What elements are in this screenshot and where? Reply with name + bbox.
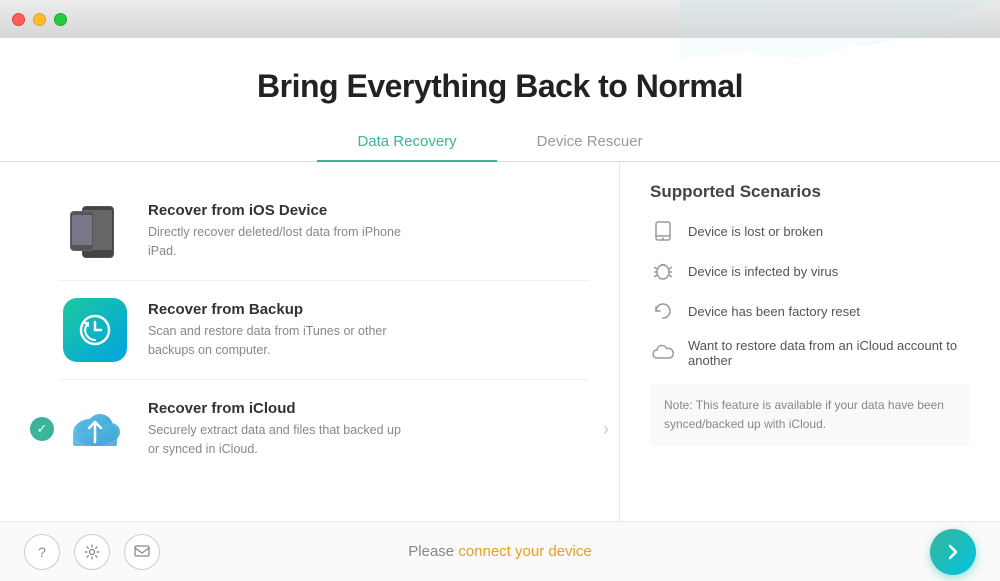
main-title: Bring Everything Back to Normal — [0, 68, 1000, 105]
backup-icon — [60, 295, 130, 365]
icloud-option-text: Recover from iCloud Securely extract dat… — [148, 400, 408, 459]
settings-button[interactable] — [74, 534, 110, 570]
option-ios-device[interactable]: Recover from iOS Device Directly recover… — [60, 182, 589, 281]
help-button[interactable]: ? — [24, 534, 60, 570]
scenario-virus-text: Device is infected by virus — [688, 264, 838, 279]
maximize-button[interactable] — [54, 13, 67, 26]
selected-arrow: › — [603, 419, 609, 440]
footer-left-buttons: ? — [24, 534, 160, 570]
scenario-factory-text: Device has been factory reset — [688, 304, 860, 319]
tab-data-recovery[interactable]: Data Recovery — [317, 123, 496, 162]
header: Bring Everything Back to Normal — [0, 38, 1000, 105]
reset-icon — [650, 298, 676, 324]
feedback-button[interactable] — [124, 534, 160, 570]
option-icloud[interactable]: ✓ — [60, 380, 589, 478]
scenario-icloud-transfer: Want to restore data from an iCloud acco… — [650, 338, 970, 368]
scenarios-title: Supported Scenarios — [650, 182, 970, 202]
selected-badge: ✓ — [30, 417, 54, 441]
scenario-virus: Device is infected by virus — [650, 258, 970, 284]
title-bar — [0, 0, 1000, 38]
left-panel: Recover from iOS Device Directly recover… — [0, 162, 620, 521]
device-icon — [650, 218, 676, 244]
main-content: Bring Everything Back to Normal Data Rec… — [0, 38, 1000, 581]
cloud-icon — [650, 340, 676, 366]
scenario-factory-reset: Device has been factory reset — [650, 298, 970, 324]
minimize-button[interactable] — [33, 13, 46, 26]
ios-device-icon — [60, 196, 130, 266]
option-backup[interactable]: Recover from Backup Scan and restore dat… — [60, 281, 589, 380]
scenario-icloud-text: Want to restore data from an iCloud acco… — [688, 338, 970, 368]
footer: ? Please connect your device — [0, 521, 1000, 581]
ios-option-text: Recover from iOS Device Directly recover… — [148, 202, 408, 261]
backup-option-text: Recover from Backup Scan and restore dat… — [148, 301, 408, 360]
footer-status: Please connect your device — [408, 543, 591, 560]
note-box: Note: This feature is available if your … — [650, 384, 970, 446]
bug-icon — [650, 258, 676, 284]
tab-bar: Data Recovery Device Rescuer — [0, 123, 1000, 162]
next-button[interactable] — [930, 529, 976, 575]
scenario-lost-text: Device is lost or broken — [688, 224, 823, 239]
tab-device-rescuer[interactable]: Device Rescuer — [497, 123, 683, 162]
note-text: Note: This feature is available if your … — [664, 396, 956, 434]
right-panel: Supported Scenarios Device is lost or br… — [620, 162, 1000, 521]
icloud-icon — [60, 394, 130, 464]
scenario-lost-broken: Device is lost or broken — [650, 218, 970, 244]
close-button[interactable] — [12, 13, 25, 26]
content-area: Recover from iOS Device Directly recover… — [0, 162, 1000, 521]
